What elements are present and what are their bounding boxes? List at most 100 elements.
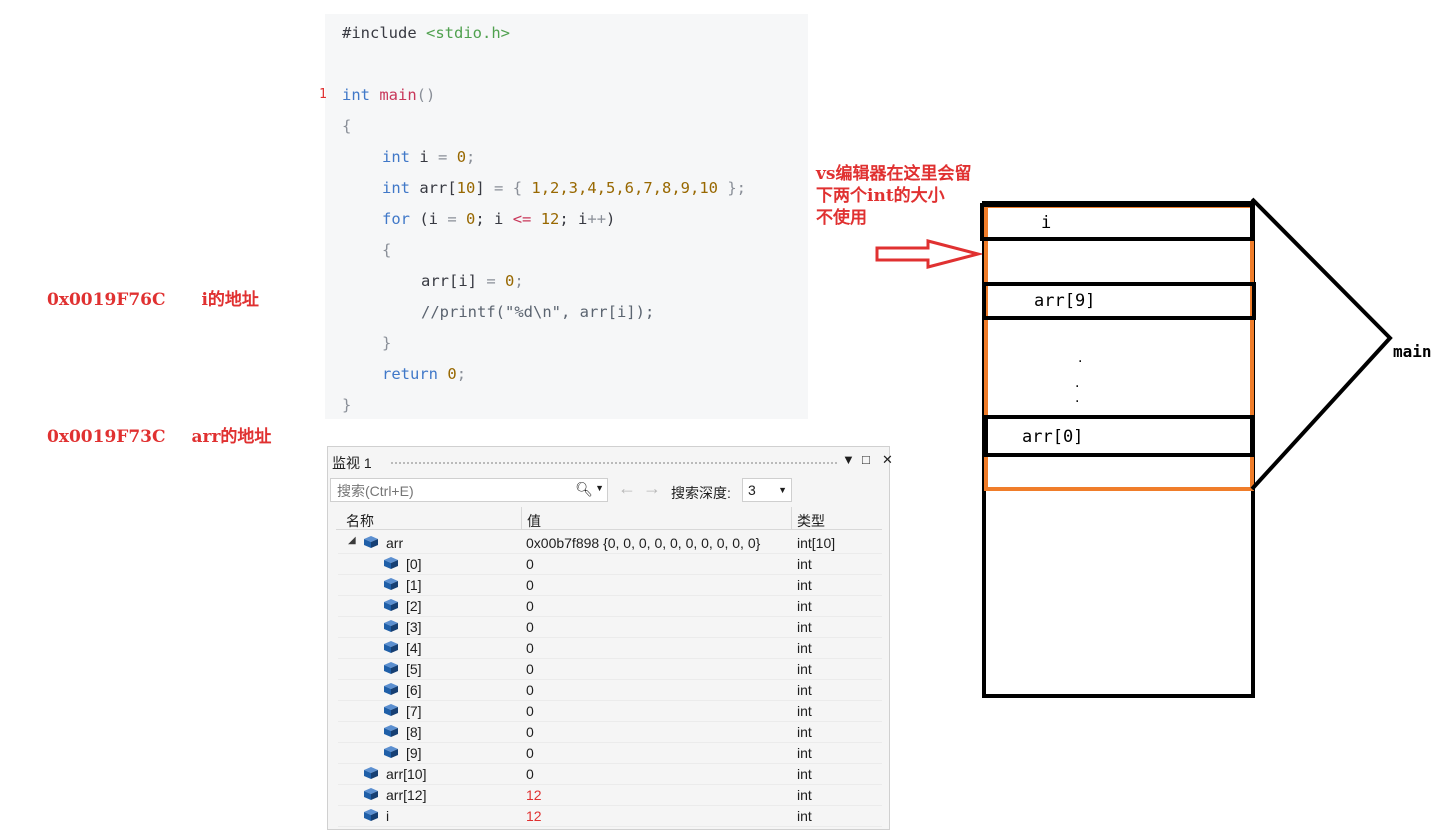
column-header-name[interactable]: 名称 bbox=[346, 511, 374, 531]
watch-row-name: [7] bbox=[406, 703, 422, 719]
addr-arr-value: 0x0019F73C bbox=[47, 427, 166, 447]
watch-row-name: [9] bbox=[406, 745, 422, 761]
watch-row-type: int bbox=[797, 787, 812, 803]
search-depth-label: 搜索深度: bbox=[671, 485, 731, 501]
watch-window: 监视 1 ▼ □ ✕ 🔍︎ ▼ ← → 搜索深度: 3 ▼ 名称 值 类型 ◢ a… bbox=[327, 446, 893, 830]
ellipsis-dot: . bbox=[1078, 350, 1083, 366]
code-line-return: return 0; bbox=[382, 365, 467, 383]
watch-search[interactable]: 🔍︎ ▼ bbox=[330, 478, 608, 502]
forward-arrow-icon[interactable]: → bbox=[643, 478, 661, 499]
watch-row[interactable]: [1] 0 int bbox=[338, 574, 882, 596]
column-divider[interactable] bbox=[791, 507, 792, 529]
watch-row-name: arr[12] bbox=[386, 787, 427, 803]
watch-row-value: 12 bbox=[526, 808, 542, 824]
variable-cube-icon bbox=[384, 599, 398, 611]
watch-row-value: 12 bbox=[526, 787, 542, 803]
code-line-for: for (i = 0; i <= 12; i++) bbox=[382, 210, 616, 228]
watch-row[interactable]: [4] 0 int bbox=[338, 637, 882, 659]
watch-row-value: 0 bbox=[526, 577, 534, 593]
window-menu-icon[interactable]: ▼ bbox=[842, 452, 855, 467]
watch-row[interactable]: ◢ arr 0x00b7f898 {0, 0, 0, 0, 0, 0, 0, 0, … bbox=[338, 532, 882, 554]
watch-row-type: int bbox=[797, 724, 812, 740]
watch-row[interactable]: [7] 0 int bbox=[338, 700, 882, 722]
vs-note-line-2: 下两个int的大小 bbox=[816, 186, 945, 206]
watch-row[interactable]: [6] 0 int bbox=[338, 679, 882, 701]
watch-row[interactable]: [2] 0 int bbox=[338, 595, 882, 617]
column-header-type[interactable]: 类型 bbox=[797, 511, 825, 531]
watch-row-type: int bbox=[797, 766, 812, 782]
header-divider bbox=[336, 529, 882, 530]
watch-title-bar: 监视 1 ▼ □ ✕ bbox=[332, 451, 893, 473]
watch-row-type: int bbox=[797, 619, 812, 635]
watch-row[interactable]: [8] 0 int bbox=[338, 721, 882, 743]
column-divider[interactable] bbox=[521, 507, 522, 529]
search-depth-select[interactable]: 3 ▼ bbox=[742, 478, 792, 502]
watch-row-value: 0 bbox=[526, 598, 534, 614]
watch-row[interactable]: i 12 int bbox=[338, 805, 882, 827]
search-icon[interactable]: 🔍︎ bbox=[575, 481, 593, 498]
title-grip[interactable] bbox=[390, 461, 837, 465]
watch-row-type: int bbox=[797, 682, 812, 698]
expand-arrow-icon[interactable]: ◢ bbox=[348, 535, 356, 546]
code-line-inner-close: } bbox=[382, 334, 392, 352]
watch-row[interactable]: [5] 0 int bbox=[338, 658, 882, 680]
chevron-down-icon: ▼ bbox=[778, 485, 787, 495]
watch-title: 监视 1 bbox=[332, 455, 372, 471]
watch-row-value: 0 bbox=[526, 619, 534, 635]
code-block: 1 #include <stdio.h> int main() { int i … bbox=[319, 14, 808, 419]
code-line-inner-open: { bbox=[382, 241, 392, 259]
variable-cube-icon bbox=[364, 809, 378, 821]
slot-arr9-label: arr[9] bbox=[1034, 291, 1096, 311]
watch-row-type: int[10] bbox=[797, 535, 836, 551]
vs-note-line-3: 不使用 bbox=[816, 208, 867, 228]
code-line-main: int main() bbox=[342, 86, 436, 104]
red-arrow-icon bbox=[875, 239, 984, 269]
watch-row-name: [0] bbox=[406, 556, 422, 572]
variable-cube-icon bbox=[364, 788, 378, 800]
code-line-assign: arr[i] = 0; bbox=[421, 272, 524, 290]
code-line-comment: //printf("%d\n", arr[i]); bbox=[421, 303, 655, 321]
watch-row-name: [2] bbox=[406, 598, 422, 614]
watch-row[interactable]: arr[10] 0 int bbox=[338, 763, 882, 785]
watch-row-value: 0x00b7f898 {0, 0, 0, 0, 0, 0, 0, 0, 0, 0… bbox=[526, 535, 761, 551]
main-label: main bbox=[1393, 342, 1432, 361]
variable-cube-icon bbox=[364, 536, 378, 548]
vs-note-line-1: vs编辑器在这里会留 bbox=[816, 164, 972, 184]
watch-row-name: arr bbox=[386, 535, 404, 551]
watch-row-name: i bbox=[386, 808, 390, 824]
back-arrow-icon[interactable]: ← bbox=[618, 478, 636, 499]
variable-cube-icon bbox=[384, 725, 398, 737]
watch-row[interactable]: arr[12] 12 int bbox=[338, 784, 882, 806]
variable-cube-icon bbox=[384, 662, 398, 674]
watch-row[interactable]: [9] 0 int bbox=[338, 742, 882, 764]
watch-row-type: int bbox=[797, 577, 812, 593]
watch-row-type: int bbox=[797, 661, 812, 677]
ellipsis-dot: . bbox=[1075, 375, 1080, 391]
close-icon[interactable]: ✕ bbox=[882, 452, 893, 468]
watch-row-value: 0 bbox=[526, 640, 534, 656]
watch-row-value: 0 bbox=[526, 661, 534, 677]
search-depth-value: 3 bbox=[748, 482, 756, 498]
watch-row-type: int bbox=[797, 556, 812, 572]
addr-i-annotation: 0x0019F76C i的地址 bbox=[47, 285, 259, 310]
slot-arr0-label: arr[0] bbox=[1022, 427, 1084, 447]
watch-row-name: [1] bbox=[406, 577, 422, 593]
watch-row-name: [3] bbox=[406, 619, 422, 635]
variable-cube-icon bbox=[384, 683, 398, 695]
variable-cube-icon bbox=[364, 767, 378, 779]
watch-row[interactable]: [0] 0 int bbox=[338, 553, 882, 575]
code-line-include: #include <stdio.h> bbox=[342, 24, 510, 42]
watch-row-value: 0 bbox=[526, 724, 534, 740]
search-input[interactable] bbox=[335, 481, 569, 501]
addr-arr-annotation: 0x0019F73C arr的地址 bbox=[47, 422, 271, 447]
watch-row-value: 0 bbox=[526, 682, 534, 698]
maximize-icon[interactable]: □ bbox=[862, 452, 870, 467]
column-header-value[interactable]: 值 bbox=[527, 511, 541, 531]
search-dropdown-icon[interactable]: ▼ bbox=[595, 483, 604, 493]
watch-row-type: int bbox=[797, 808, 812, 824]
watch-row-type: int bbox=[797, 640, 812, 656]
watch-row-type: int bbox=[797, 745, 812, 761]
addr-i-value: 0x0019F76C bbox=[47, 290, 166, 310]
watch-row[interactable]: [3] 0 int bbox=[338, 616, 882, 638]
variable-cube-icon bbox=[384, 746, 398, 758]
